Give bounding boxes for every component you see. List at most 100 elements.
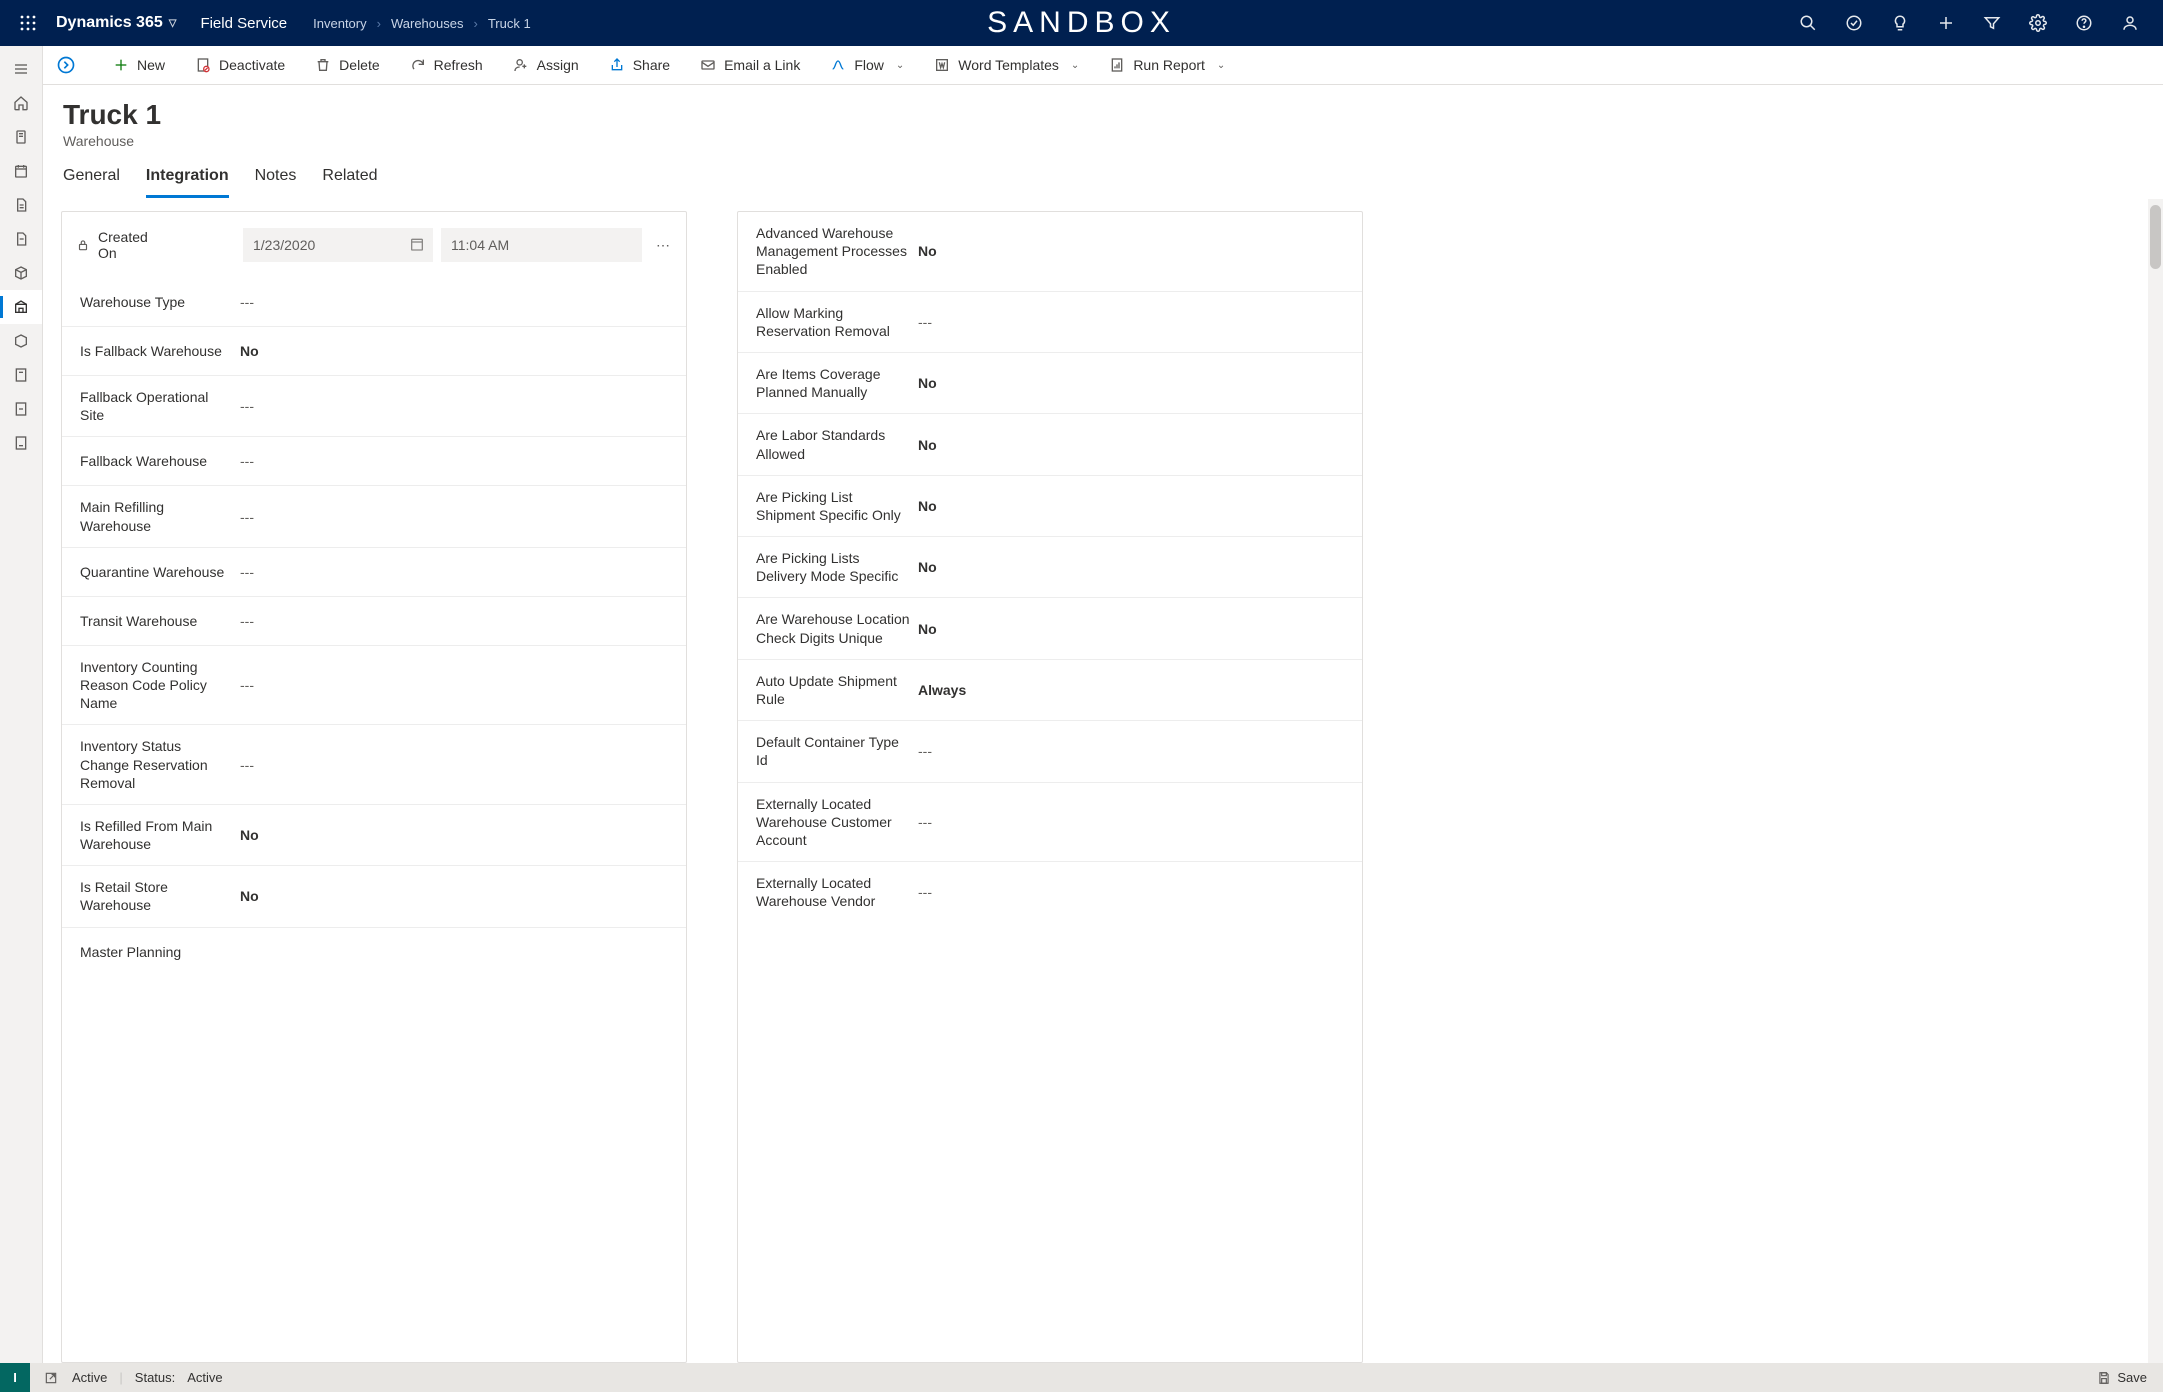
field-row[interactable]: Transit Warehouse---	[62, 597, 686, 646]
tab-notes[interactable]: Notes	[255, 167, 297, 198]
footer-status-value: Active	[187, 1370, 222, 1385]
field-value: Always	[918, 682, 1352, 698]
delete-button[interactable]: Delete	[303, 46, 391, 84]
delete-label: Delete	[339, 57, 379, 73]
brand-label: Dynamics 365	[56, 14, 163, 32]
field-row[interactable]: Are Warehouse Location Check Digits Uniq…	[738, 598, 1362, 659]
field-row[interactable]: Are Items Coverage Planned ManuallyNo	[738, 353, 1362, 414]
scrollbar-thumb[interactable]	[2150, 205, 2161, 269]
field-row[interactable]: Quarantine Warehouse---	[62, 548, 686, 597]
field-label: Are Picking Lists Delivery Mode Specific	[756, 549, 918, 585]
field-value: ---	[240, 613, 676, 629]
created-on-label: Created On	[98, 229, 164, 261]
nav-hamburger[interactable]	[0, 52, 42, 86]
nav-warehouse-active[interactable]	[0, 290, 42, 324]
tab-bar: General Integration Notes Related	[43, 149, 2163, 199]
field-row[interactable]: Allow Marking Reservation Removal---	[738, 292, 1362, 353]
scrollbar[interactable]	[2148, 199, 2163, 1363]
run-report-label: Run Report	[1133, 57, 1205, 73]
field-row[interactable]: Warehouse Type---	[62, 278, 686, 327]
field-value: ---	[240, 677, 676, 693]
share-button[interactable]: Share	[597, 46, 682, 84]
breadcrumb-item[interactable]: Inventory	[313, 16, 366, 31]
user-icon[interactable]	[2121, 14, 2139, 32]
filter-icon[interactable]	[1983, 14, 2001, 32]
breadcrumb-item[interactable]: Truck 1	[488, 16, 531, 31]
field-row[interactable]: Master Planning	[62, 928, 686, 977]
field-row[interactable]: Externally Located Warehouse Customer Ac…	[738, 783, 1362, 863]
tab-related[interactable]: Related	[322, 167, 377, 198]
help-icon[interactable]	[2075, 14, 2093, 32]
nav-clipboard[interactable]	[0, 120, 42, 154]
field-value: No	[918, 243, 1352, 259]
field-row[interactable]: Are Picking Lists Delivery Mode Specific…	[738, 537, 1362, 598]
footer-state: Active	[72, 1370, 107, 1385]
field-value: No	[918, 498, 1352, 514]
field-row[interactable]: Externally Located Warehouse Vendor---	[738, 862, 1362, 922]
new-label: New	[137, 57, 165, 73]
run-report-button[interactable]: Run Report⌄	[1097, 46, 1237, 84]
nav-box1[interactable]	[0, 256, 42, 290]
email-link-button[interactable]: Email a Link	[688, 46, 812, 84]
field-row[interactable]: Are Picking List Shipment Specific OnlyN…	[738, 476, 1362, 537]
field-row[interactable]: Inventory Status Change Reservation Remo…	[62, 725, 686, 805]
field-label: Are Items Coverage Planned Manually	[756, 365, 918, 401]
tab-integration[interactable]: Integration	[146, 167, 229, 198]
field-label: Inventory Status Change Reservation Remo…	[80, 737, 240, 792]
deactivate-button[interactable]: Deactivate	[183, 46, 297, 84]
field-label: Fallback Operational Site	[80, 388, 240, 424]
field-value: ---	[240, 564, 676, 580]
nav-calendar[interactable]	[0, 154, 42, 188]
assign-label: Assign	[537, 57, 579, 73]
more-dots-icon[interactable]: ⋯	[650, 237, 676, 254]
field-row[interactable]: Default Container Type Id---	[738, 721, 1362, 782]
field-row[interactable]: Inventory Counting Reason Code Policy Na…	[62, 646, 686, 726]
word-templates-button[interactable]: Word Templates⌄	[922, 46, 1091, 84]
field-row[interactable]: Advanced Warehouse Management Processes …	[738, 212, 1362, 292]
plus-icon[interactable]	[1937, 14, 1955, 32]
status-footer: I Active | Status: Active Save	[0, 1363, 2163, 1392]
field-row[interactable]: Is Retail Store WarehouseNo	[62, 866, 686, 927]
field-row[interactable]: Main Refilling Warehouse---	[62, 486, 686, 547]
nav-doc5[interactable]	[0, 426, 42, 460]
save-button[interactable]: Save	[2097, 1370, 2163, 1385]
field-row[interactable]: Fallback Warehouse---	[62, 437, 686, 486]
field-row[interactable]: Fallback Operational Site---	[62, 376, 686, 437]
nav-doc1[interactable]	[0, 188, 42, 222]
field-label: Advanced Warehouse Management Processes …	[756, 224, 918, 279]
field-label: Auto Update Shipment Rule	[756, 672, 918, 708]
app-launcher-icon[interactable]	[8, 15, 48, 31]
tab-general[interactable]: General	[63, 167, 120, 198]
back-arrow-icon[interactable]	[51, 50, 81, 80]
search-icon[interactable]	[1799, 14, 1817, 32]
flow-button[interactable]: Flow⌄	[818, 46, 916, 84]
new-button[interactable]: New	[101, 46, 177, 84]
assign-button[interactable]: Assign	[501, 46, 591, 84]
nav-home[interactable]	[0, 86, 42, 120]
nav-box2[interactable]	[0, 324, 42, 358]
created-date-field[interactable]	[243, 228, 433, 262]
field-row[interactable]: Is Refilled From Main WarehouseNo	[62, 805, 686, 866]
field-value: No	[918, 437, 1352, 453]
task-icon[interactable]	[1845, 14, 1863, 32]
field-row[interactable]: Auto Update Shipment RuleAlways	[738, 660, 1362, 721]
field-value: No	[240, 343, 676, 359]
field-row[interactable]: Are Labor Standards AllowedNo	[738, 414, 1362, 475]
field-label: Quarantine Warehouse	[80, 563, 240, 581]
breadcrumb-item[interactable]: Warehouses	[391, 16, 464, 31]
nav-doc2[interactable]	[0, 222, 42, 256]
brand-dropdown[interactable]: Dynamics 365 ▽	[48, 14, 184, 32]
nav-doc3[interactable]	[0, 358, 42, 392]
gear-icon[interactable]	[2029, 14, 2047, 32]
popout-icon[interactable]	[44, 1371, 58, 1385]
refresh-button[interactable]: Refresh	[398, 46, 495, 84]
field-row[interactable]: Is Fallback WarehouseNo	[62, 327, 686, 376]
created-date-input[interactable]	[243, 228, 433, 262]
share-label: Share	[633, 57, 670, 73]
created-time-input[interactable]	[441, 228, 642, 262]
teams-badge[interactable]: I	[0, 1363, 30, 1392]
nav-doc4[interactable]	[0, 392, 42, 426]
module-label[interactable]: Field Service	[184, 15, 303, 32]
chevron-down-icon: ⌄	[1071, 60, 1079, 71]
lightbulb-icon[interactable]	[1891, 14, 1909, 32]
